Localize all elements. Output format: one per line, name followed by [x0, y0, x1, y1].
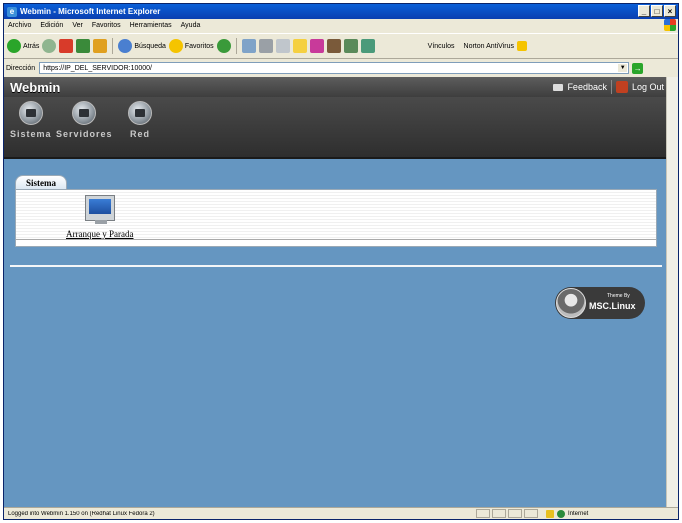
history-button[interactable]: [216, 39, 231, 53]
search-button[interactable]: Búsqueda: [118, 39, 166, 53]
page-viewport: Webmin Feedback Log Out Sistema Servidor…: [4, 77, 668, 509]
favorites-button[interactable]: Favoritos: [168, 39, 214, 53]
close-button[interactable]: ×: [664, 5, 676, 17]
network-icon: [128, 101, 152, 125]
address-label: Dirección: [6, 64, 36, 72]
divider: [10, 265, 662, 267]
browser-window: e Webmin - Microsoft Internet Explorer _…: [3, 3, 679, 520]
messenger-button[interactable]: [309, 39, 324, 53]
search-icon: [118, 39, 133, 53]
back-arrow-icon: [7, 39, 21, 53]
penguin-avatar-icon: [556, 288, 586, 318]
toolbar-separator: [235, 38, 237, 54]
status-cell: [524, 509, 538, 518]
tools-button[interactable]: [326, 39, 341, 53]
folder-button[interactable]: [292, 39, 307, 53]
feedback-link[interactable]: Feedback: [567, 82, 607, 92]
header-separator: [610, 80, 612, 94]
panel-footer: [16, 239, 656, 246]
windows-logo-icon: [664, 19, 676, 31]
category-servidores[interactable]: Servidores: [56, 101, 113, 139]
module-label[interactable]: Arranque y Parada: [66, 229, 133, 239]
toolbar-separator: [112, 38, 114, 54]
title-bar: e Webmin - Microsoft Internet Explorer _…: [4, 4, 678, 19]
address-url: https://IP_DEL_SERVIDOR:10000/: [43, 65, 153, 72]
plugin-button[interactable]: [360, 39, 375, 53]
star-icon: [168, 39, 183, 53]
menu-ayuda[interactable]: Ayuda: [181, 22, 201, 29]
norton-label[interactable]: Norton AntiVirus: [464, 43, 514, 50]
category-label: Servidores: [56, 129, 113, 139]
norton-icon[interactable]: [516, 41, 527, 51]
back-button[interactable]: Atrás: [7, 39, 39, 53]
window-title: Webmin - Microsoft Internet Explorer: [20, 7, 161, 16]
menu-edicion[interactable]: Edición: [40, 22, 63, 29]
category-sistema[interactable]: Sistema: [10, 101, 52, 139]
zone-label: Internet: [568, 510, 589, 517]
system-icon: [18, 101, 43, 125]
links-label[interactable]: Vínculos: [428, 43, 455, 50]
go-button[interactable]: →: [632, 62, 644, 74]
home-button[interactable]: [93, 39, 108, 53]
servers-icon: [72, 101, 97, 125]
menu-archivo[interactable]: Archivo: [8, 22, 31, 29]
search-label: Búsqueda: [134, 42, 166, 50]
address-bar: Dirección https://IP_DEL_SERVIDOR:10000/…: [4, 60, 678, 76]
stop-button[interactable]: [59, 39, 74, 53]
category-bar: Sistema Servidores Red: [4, 97, 668, 159]
webmin-header: Webmin Feedback Log Out: [4, 77, 668, 97]
menu-ver[interactable]: Ver: [72, 22, 83, 29]
logout-link[interactable]: Log Out: [632, 82, 664, 92]
extra-button[interactable]: [343, 39, 358, 53]
category-label: Red: [129, 129, 150, 139]
logout-icon: [615, 81, 628, 93]
status-cell: [476, 509, 490, 518]
menu-herramientas[interactable]: Herramientas: [130, 22, 172, 29]
menu-favoritos[interactable]: Favoritos: [92, 22, 121, 29]
edit-button[interactable]: [275, 39, 290, 53]
globe-icon: [557, 509, 565, 518]
favorites-label: Favoritos: [184, 42, 214, 50]
module-arranque-y-parada[interactable]: Arranque y Parada: [66, 195, 133, 239]
lock-icon: [546, 509, 554, 518]
module-panel: Arranque y Parada: [15, 189, 657, 247]
theme-author-label: MSC.Linux: [589, 301, 636, 311]
minimize-button[interactable]: _: [638, 5, 650, 17]
refresh-button[interactable]: [76, 39, 91, 53]
webmin-title: Webmin: [10, 79, 61, 95]
toolbar: Atrás Búsqueda Favoritos Vínculos Norton…: [4, 33, 678, 59]
status-bar: Logged into Webmin 1.150 on (Redhat Linu…: [4, 507, 678, 519]
mail-button[interactable]: [241, 39, 256, 53]
ie-icon: e: [7, 6, 17, 17]
vertical-scrollbar[interactable]: [666, 77, 678, 509]
category-label: Sistema: [10, 129, 52, 139]
print-button[interactable]: [258, 39, 273, 53]
feedback-icon: [553, 83, 564, 91]
maximize-button[interactable]: □: [651, 5, 663, 17]
theme-by-label: Theme By: [607, 293, 630, 299]
status-cell: [492, 509, 506, 518]
status-cell: [508, 509, 522, 518]
theme-badge: Theme By MSC.Linux: [555, 287, 645, 319]
tab-sistema[interactable]: Sistema: [15, 175, 67, 190]
monitor-icon: [84, 195, 115, 224]
menu-bar: Archivo Edición Ver Favoritos Herramient…: [4, 19, 678, 32]
back-label: Atrás: [23, 42, 40, 50]
forward-button[interactable]: [42, 39, 57, 53]
address-dropdown-icon[interactable]: ▼: [618, 64, 628, 72]
security-zone: Internet: [546, 509, 589, 518]
address-input[interactable]: https://IP_DEL_SERVIDOR:10000/ ▼: [39, 62, 630, 74]
status-text: Logged into Webmin 1.150 on (Redhat Linu…: [8, 510, 155, 517]
category-red[interactable]: Red: [128, 101, 152, 139]
